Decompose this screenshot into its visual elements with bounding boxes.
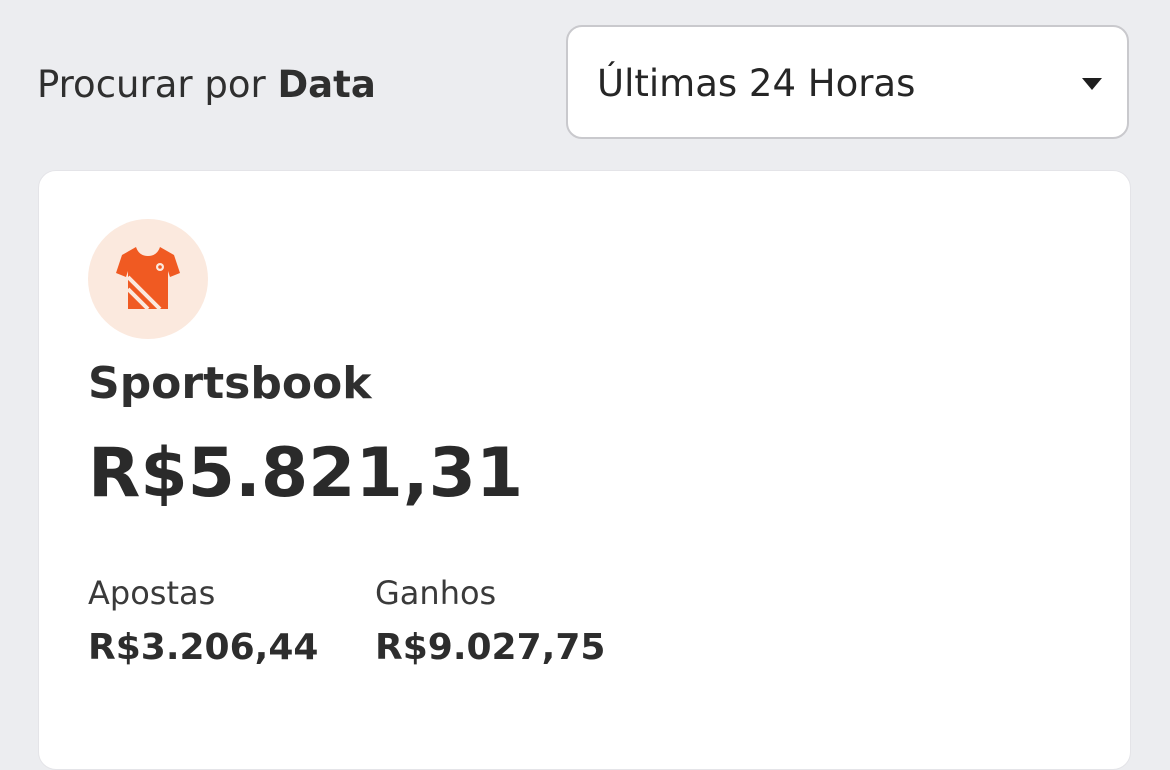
bets-label: Apostas [88,574,216,612]
total-amount: R$5.821,31 [88,434,524,513]
date-range-selected-value: Últimas 24 Horas [597,62,916,105]
winnings-value: R$9.027,75 [375,627,606,668]
sportsbook-card: Sportsbook R$5.821,31 Apostas R$3.206,44… [38,170,1131,770]
date-range-select[interactable]: Últimas 24 Horas [566,25,1129,139]
filter-label-field: Data [277,63,376,106]
filter-label-prefix: Procurar por [37,63,278,106]
jersey-icon [116,246,180,311]
sportsbook-icon-badge [88,219,208,339]
winnings-label: Ganhos [375,574,497,612]
filter-label: Procurar por Data [37,62,376,108]
chevron-down-icon[interactable] [1082,78,1102,90]
bets-value: R$3.206,44 [88,627,319,668]
card-title: Sportsbook [88,358,372,409]
